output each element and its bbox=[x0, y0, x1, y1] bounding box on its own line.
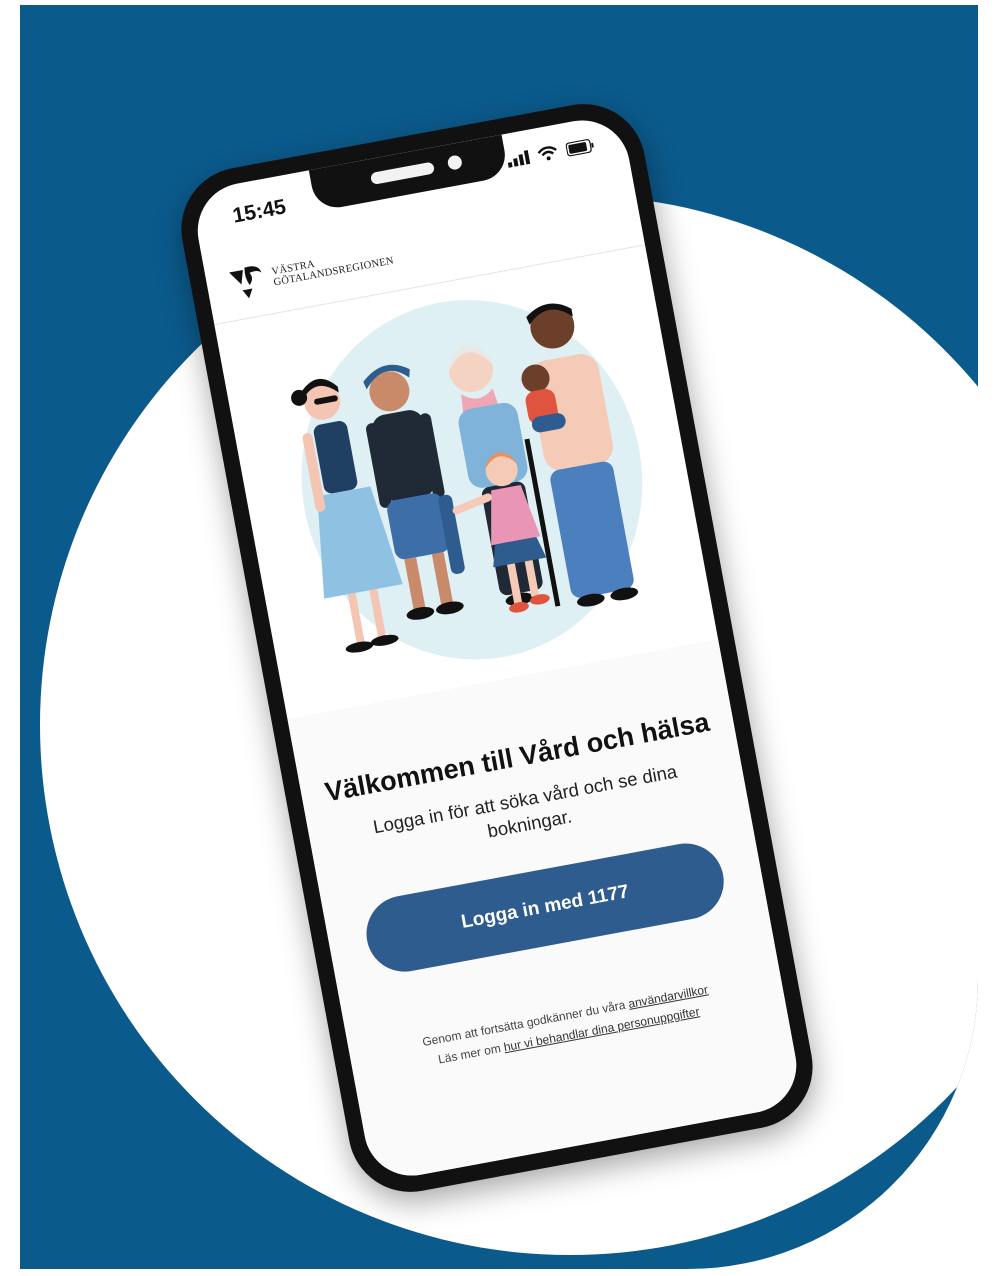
logo-wordmark: VÄSTRA GÖTALANDSREGIONEN bbox=[271, 245, 395, 288]
signal-icon bbox=[507, 150, 531, 168]
vgr-logo-icon bbox=[229, 266, 262, 299]
illustration-area bbox=[214, 244, 719, 721]
vgr-logo: VÄSTRA GÖTALANDSREGIONEN bbox=[228, 239, 396, 302]
battery-icon bbox=[565, 139, 594, 157]
status-icons bbox=[506, 138, 595, 168]
status-time: 15:45 bbox=[230, 195, 288, 228]
wifi-icon bbox=[537, 146, 557, 161]
group-of-people-illustration bbox=[291, 300, 643, 660]
